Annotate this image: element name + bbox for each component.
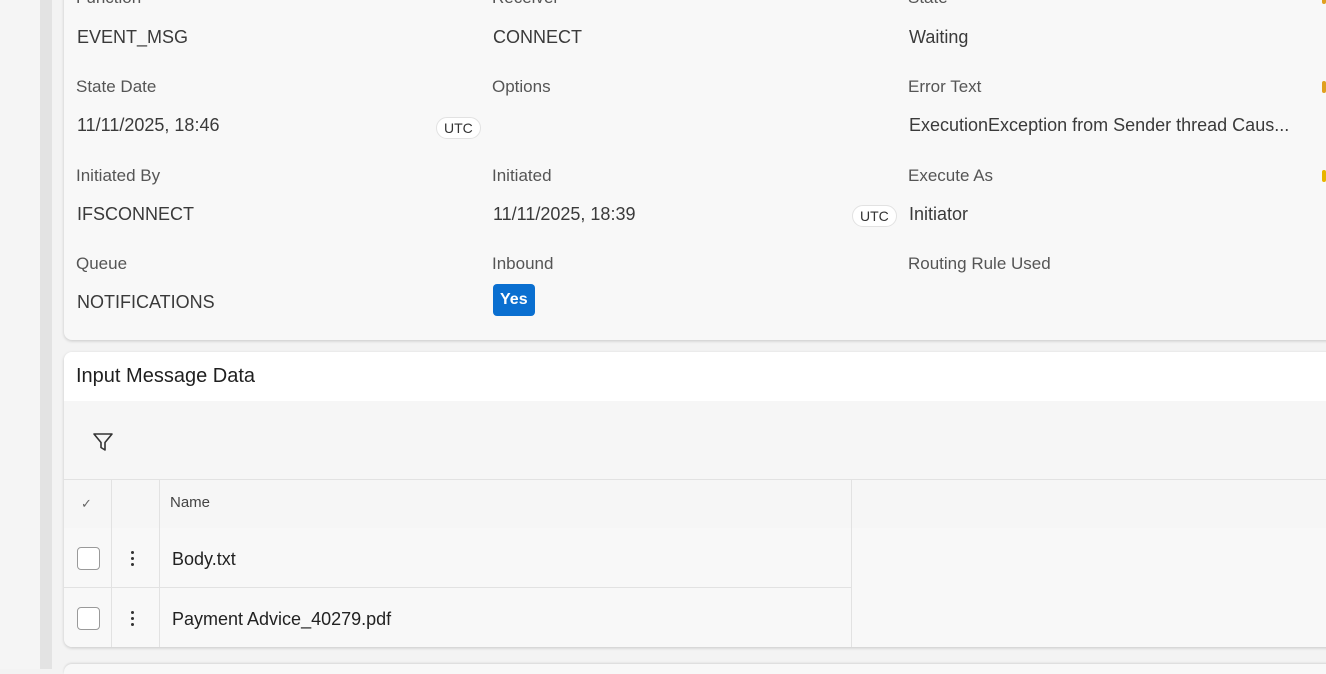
select-all-checkmark[interactable]: ✓ — [81, 496, 92, 512]
execute-as-edge-mark — [1322, 170, 1326, 182]
error-text-edge-mark — [1322, 81, 1326, 93]
receiver-value: CONNECT — [493, 27, 582, 47]
grid-toolbar — [64, 401, 1326, 480]
error-text-label: Error Text — [908, 77, 982, 96]
row-menu-icon[interactable] — [130, 551, 136, 569]
state-date-timezone-badge: UTC — [436, 117, 481, 139]
state-value: Waiting — [909, 27, 969, 47]
table-row[interactable]: Payment Advice_40279.pdf — [64, 588, 852, 647]
attachments-grid: ✓ Name Body.txt Payment Advice_40279.pdf — [64, 480, 1326, 647]
initiated-timezone-badge: UTC — [852, 205, 897, 227]
state-date-label: State Date — [76, 77, 157, 96]
routing-rule-label: Routing Rule Used — [908, 254, 1051, 273]
options-label: Options — [492, 77, 551, 96]
grid-empty-area — [852, 528, 1326, 647]
execute-as-value: Initiator — [909, 204, 969, 224]
inbound-label: Inbound — [492, 254, 554, 273]
card-header: Input Message Data — [64, 352, 1326, 401]
queue-value: NOTIFICATIONS — [77, 292, 215, 312]
state-label: State — [908, 0, 948, 8]
state-date-value: 11/11/2025, 18:46 — [77, 115, 220, 135]
function-label: Function — [76, 0, 141, 8]
grid-header-row: ✓ Name — [64, 480, 1326, 529]
inbound-yes-badge: Yes — [493, 284, 535, 316]
attachment-name-cell[interactable]: Payment Advice_40279.pdf — [172, 609, 391, 630]
column-divider — [159, 480, 160, 647]
attachment-name-cell[interactable]: Body.txt — [172, 549, 236, 570]
next-card-edge — [64, 664, 1326, 674]
initiated-by-label: Initiated By — [76, 166, 161, 185]
left-gutter — [0, 0, 40, 669]
table-row[interactable]: Body.txt — [64, 528, 852, 588]
navigation-divider — [40, 0, 52, 669]
column-divider — [111, 480, 112, 647]
input-message-data-card: Input Message Data ✓ Name Body.txt Payme… — [64, 352, 1326, 647]
row-menu-icon[interactable] — [130, 611, 136, 629]
error-text-value[interactable]: ExecutionException from Sender thread Ca… — [909, 115, 1289, 136]
receiver-label: Receiver — [492, 0, 559, 8]
function-value: EVENT_MSG — [77, 27, 189, 47]
row-checkbox[interactable] — [77, 607, 100, 630]
card-title: Input Message Data — [76, 365, 255, 387]
state-edge-mark — [1322, 0, 1326, 4]
queue-label: Queue — [76, 254, 128, 273]
column-divider[interactable] — [851, 480, 852, 647]
filter-icon[interactable] — [92, 431, 114, 453]
execute-as-label: Execute As — [908, 166, 994, 185]
column-header-name[interactable]: Name — [170, 494, 210, 511]
initiated-label: Initiated — [492, 166, 552, 185]
message-details-card: Function EVENT_MSG Receiver CONNECT Stat… — [64, 0, 1326, 340]
initiated-by-value: IFSCONNECT — [77, 204, 194, 224]
initiated-value: 11/11/2025, 18:39 — [493, 204, 636, 224]
row-checkbox[interactable] — [77, 547, 100, 570]
